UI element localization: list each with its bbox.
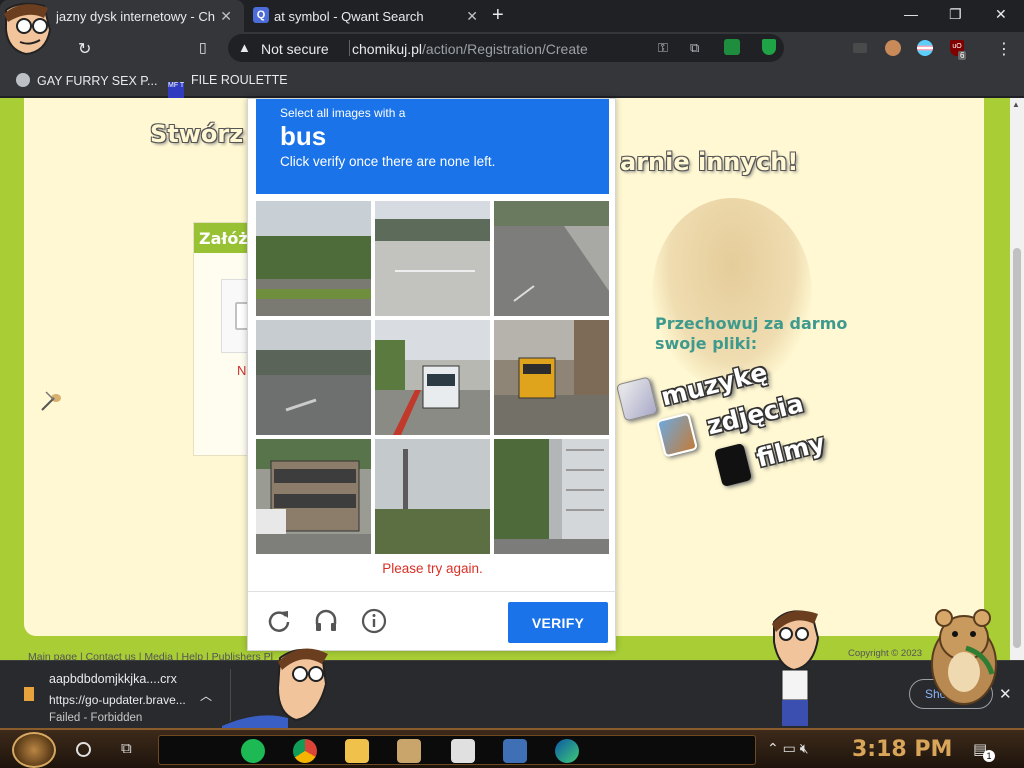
url-path: /action/Registration/Create — [422, 41, 588, 57]
divider — [349, 40, 350, 56]
extension-icon[interactable] — [853, 43, 867, 53]
xd-app-icon[interactable] — [451, 739, 475, 763]
url-host: chomikuj.pl — [352, 41, 423, 57]
window-close-button[interactable]: ✕ — [995, 6, 1007, 23]
downloads-bar: aapbdbdomjkkjka....crx https://go-update… — [0, 660, 1024, 728]
bookmark-icon[interactable]: ▯ — [199, 39, 207, 56]
clock[interactable]: 3:18 PM — [852, 737, 952, 762]
instruction-line2: Click verify once there are none left. — [280, 154, 496, 169]
spotify-icon[interactable] — [241, 739, 265, 763]
qwant-favicon-icon: Q — [253, 7, 269, 23]
security-label[interactable]: Not secure — [261, 41, 329, 57]
captcha-tile-1[interactable] — [256, 201, 371, 316]
film-clapper-icon — [713, 442, 753, 488]
tagline-line: Przechowuj za darmo — [655, 314, 848, 333]
reload-challenge-icon[interactable] — [266, 608, 292, 634]
captcha-tile-2[interactable] — [375, 201, 490, 316]
extension-green-icon[interactable] — [724, 39, 740, 55]
download-status: Failed - Forbidden — [49, 712, 143, 724]
captcha-tile-6[interactable] — [494, 320, 609, 435]
game-app-icon[interactable] — [397, 739, 421, 763]
address-bar[interactable]: ▲ Not secure chomikuj.pl/action/Registra… — [228, 34, 784, 62]
translate-icon[interactable]: ⧉ — [690, 40, 699, 56]
download-url: https://go-updater.brave... — [49, 693, 186, 707]
bookmark-label: GAY FURRY SEX P... — [37, 74, 158, 88]
cartoon-man-standing-sticker-icon — [772, 610, 820, 726]
warning-icon[interactable]: ▲ — [238, 40, 251, 55]
verify-button[interactable]: VERIFY — [508, 602, 608, 643]
info-icon[interactable] — [361, 608, 387, 634]
captcha-tile-7[interactable] — [256, 439, 371, 554]
chrome-icon[interactable] — [293, 739, 317, 763]
bee-sticker-icon — [41, 391, 61, 411]
minimize-button[interactable]: — — [904, 6, 918, 22]
globe-icon — [16, 73, 30, 87]
hamster-sticker-icon — [931, 609, 997, 705]
captcha-tile-3[interactable] — [494, 201, 609, 316]
browser-toolbar: ↻ ▯ ▲ Not secure chomikuj.pl/action/Regi… — [0, 32, 1024, 65]
file-icon — [24, 687, 34, 701]
headline-right: arnie innych! — [620, 148, 799, 176]
task-view-icon[interactable]: ⧉ — [121, 740, 132, 757]
error-message: Please try again. — [382, 561, 483, 576]
side-tagline: Przechowuj za darmo swoje pliki: — [655, 314, 847, 354]
media-word-movies: filmy — [753, 428, 828, 473]
key-icon[interactable]: ⚿ — [658, 40, 668, 56]
folder-icon[interactable] — [345, 739, 369, 763]
ublock-count-badge: 6 — [958, 51, 967, 60]
scroll-up-icon[interactable]: ▲ — [1012, 100, 1020, 109]
download-filename[interactable]: aapbdbdomjkkjka....crx — [49, 672, 177, 686]
avatar-extension-icon[interactable] — [885, 40, 901, 56]
taskbar-apps — [158, 735, 756, 765]
flag-extension-icon[interactable] — [917, 40, 933, 56]
tab-qwant[interactable]: Q at symbol - Qwant Search ✕ — [246, 0, 490, 32]
mft-icon: MF T — [168, 82, 184, 98]
tagline-line: swoje pliki: — [655, 334, 758, 353]
page-scrollbar[interactable]: ▲ — [1010, 98, 1024, 660]
scrollbar-thumb[interactable] — [1013, 248, 1021, 648]
shield-icon[interactable] — [762, 39, 776, 55]
bookmark-gay-furry[interactable]: GAY FURRY SEX P... — [16, 73, 157, 88]
photo-icon — [655, 412, 699, 458]
hamster-mascot-image — [652, 198, 812, 388]
tab-title: jazny dysk internetowy - Ch — [56, 8, 215, 24]
start-button[interactable] — [12, 732, 56, 768]
copyright-text: Copyright © 2023 — [848, 648, 923, 659]
challenge-header: Select all images with a bus Click verif… — [256, 99, 609, 194]
bookmark-label: FILE ROULETTE — [191, 73, 288, 87]
captcha-tile-8[interactable] — [375, 439, 490, 554]
headline-left: Stwórz — [150, 120, 244, 148]
bookmark-file-roulette[interactable]: MF T FILE ROULETTE — [168, 73, 288, 98]
close-icon[interactable]: ✕ — [466, 8, 478, 25]
instruction-line1: Select all images with a — [280, 106, 406, 120]
captcha-tile-5[interactable] — [375, 320, 490, 435]
notification-badge: 1 — [983, 750, 995, 762]
maximize-button[interactable]: ❐ — [949, 6, 962, 23]
chevron-up-icon[interactable]: ︿ — [200, 687, 212, 704]
headphones-icon[interactable] — [313, 608, 339, 634]
system-tray[interactable]: ⌃ ▭ 🔇︎ — [767, 740, 809, 757]
cartoon-face-sticker-icon — [4, 2, 52, 56]
taskbar: ⧉ ⌃ ▭ 🔇︎ 3:18 PM ▤ 1 — [0, 728, 1024, 768]
edge-icon[interactable] — [555, 739, 579, 763]
reload-icon[interactable]: ↻ — [78, 39, 91, 59]
url-text[interactable]: chomikuj.pl/action/Registration/Create — [352, 41, 588, 57]
captcha-tile-4[interactable] — [256, 320, 371, 435]
cube-app-icon[interactable] — [503, 739, 527, 763]
music-note-icon — [615, 376, 659, 422]
target-word: bus — [280, 121, 327, 151]
tab-strip: jazny dysk internetowy - Ch ✕ Q at symbo… — [0, 0, 1024, 32]
tab-title: at symbol - Qwant Search — [274, 8, 424, 24]
captcha-tile-9[interactable] — [494, 439, 609, 554]
bookmarks-bar: GAY FURRY SEX P... MF T FILE ROULETTE — [0, 65, 1024, 98]
menu-icon[interactable]: ⋮ — [996, 39, 1012, 59]
recaptcha-challenge: Select all images with a bus Click verif… — [247, 98, 617, 651]
search-circle-icon[interactable] — [76, 742, 91, 757]
divider — [248, 591, 617, 592]
cartoon-man-sticker-icon — [222, 648, 328, 728]
close-icon[interactable]: ✕ — [220, 8, 232, 25]
new-tab-button[interactable]: + — [492, 5, 504, 25]
